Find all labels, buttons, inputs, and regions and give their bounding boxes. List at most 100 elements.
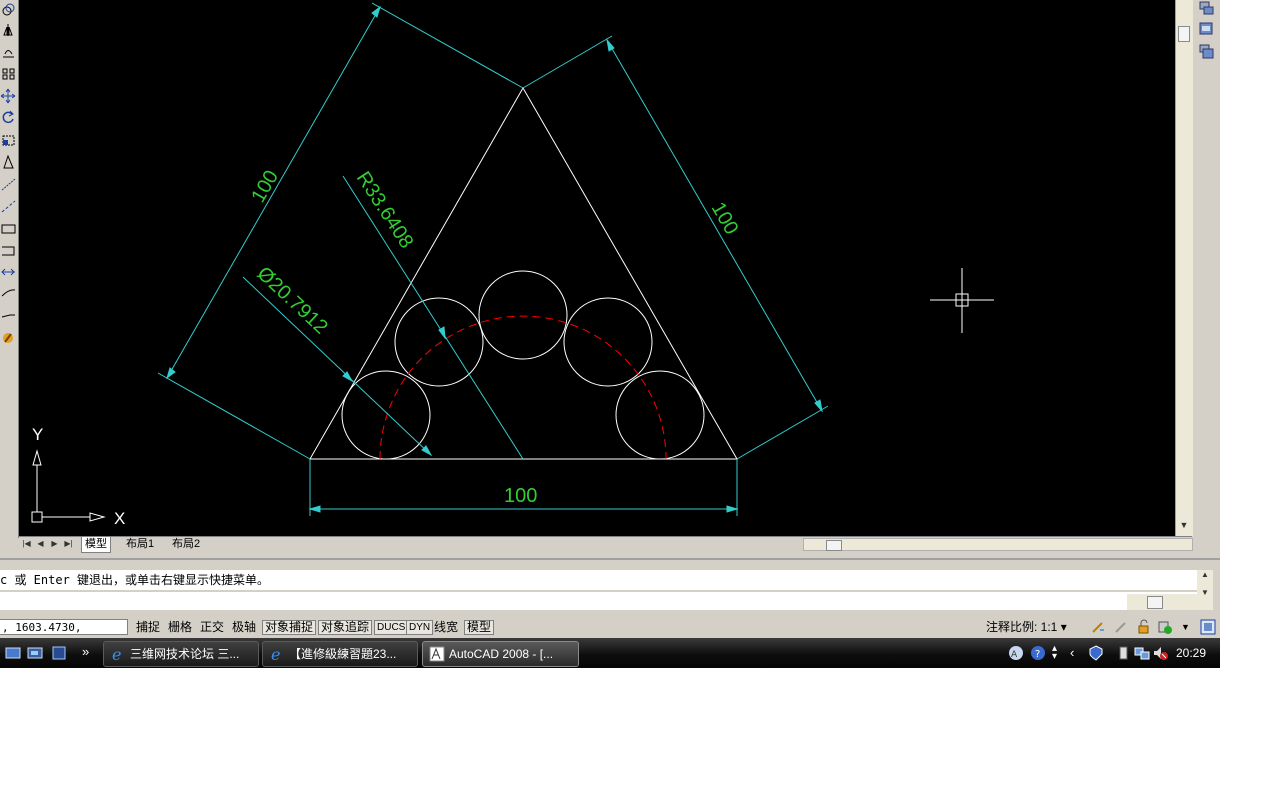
- join-tool-icon[interactable]: [1, 242, 16, 258]
- annotation-scale[interactable]: 注释比例: 1:1 ▾: [986, 620, 1067, 635]
- annotation-visibility-icon[interactable]: [1090, 619, 1106, 635]
- next-tab-icon[interactable]: ▶: [49, 538, 60, 550]
- vertical-scroll-thumb[interactable]: [1178, 26, 1190, 42]
- drawing-canvas[interactable]: 100 100 100 R33.6408 Ø20.7912 Y X: [19, 0, 1175, 536]
- viewport-icon-2[interactable]: [1198, 21, 1215, 38]
- task-label: AutoCAD 2008 - [...: [449, 647, 554, 661]
- vertical-scrollbar[interactable]: ▼: [1175, 0, 1193, 536]
- status-tray-icon[interactable]: [1157, 619, 1173, 635]
- command-window: c 或 Enter 键退出，或单击右键显示快捷菜单。 ▲ ▼: [0, 558, 1220, 616]
- switch-windows-icon[interactable]: [27, 645, 43, 661]
- horizontal-scrollbar[interactable]: [803, 538, 1193, 551]
- stretch-tool-icon[interactable]: [1, 154, 16, 170]
- copy-tool-icon[interactable]: [1, 2, 16, 18]
- tab-model[interactable]: 模型: [81, 537, 111, 553]
- clock[interactable]: 20:29: [1176, 645, 1206, 661]
- show-desktop-icon[interactable]: [5, 645, 21, 661]
- lock-icon[interactable]: [1136, 619, 1152, 635]
- task-label: 三维网技术论坛 三...: [130, 647, 240, 661]
- ucs-icon: [31, 449, 106, 523]
- right-side-dimension-line[interactable]: [606, 39, 823, 412]
- network-icon[interactable]: [1134, 645, 1150, 661]
- lineweight-toggle[interactable]: 线宽: [432, 620, 460, 635]
- autocad-window: 100 100 100 R33.6408 Ø20.7912 Y X ▼ |◀ ◀…: [0, 0, 1220, 668]
- svg-text:?: ?: [1035, 649, 1040, 660]
- tray-expand-icon[interactable]: ‹: [1070, 645, 1086, 661]
- circle-3[interactable]: [478, 270, 568, 360]
- offset-tool-icon[interactable]: [1, 44, 16, 60]
- coordinate-readout: , 1603.4730, 0.0000: [0, 619, 128, 650]
- quicklaunch-overflow-icon[interactable]: »: [82, 645, 98, 661]
- model-toggle[interactable]: 模型: [464, 620, 495, 635]
- polar-toggle[interactable]: 极轴: [230, 620, 258, 635]
- move-tool-icon[interactable]: [1, 88, 16, 104]
- annotation-autoscale-icon[interactable]: [1113, 619, 1129, 635]
- circle-4[interactable]: [563, 297, 653, 387]
- otrack-toggle[interactable]: 对象追踪: [318, 620, 373, 635]
- ie-icon: e: [269, 645, 285, 664]
- dyn-toggle[interactable]: DYN: [406, 620, 434, 635]
- right-side-dimension-text[interactable]: 100: [707, 199, 743, 239]
- usb-device-icon[interactable]: [1116, 645, 1132, 661]
- left-side-dimension-text[interactable]: 100: [247, 167, 283, 207]
- task-autocad[interactable]: AutoCAD 2008 - [...: [422, 641, 579, 667]
- chamfer-tool-icon[interactable]: [1, 264, 16, 280]
- radius-leader[interactable]: [342, 175, 524, 460]
- grid-toggle[interactable]: 栅格: [166, 620, 194, 635]
- diameter-leader[interactable]: [242, 276, 432, 456]
- task-exercise[interactable]: e 【進修級練習題23...: [262, 641, 418, 667]
- quicklaunch-app-icon[interactable]: [51, 645, 67, 661]
- radius-dimension-text[interactable]: R33.6408: [352, 168, 418, 253]
- trim-tool-icon[interactable]: [1, 176, 16, 192]
- svg-text:e: e: [112, 646, 121, 662]
- diameter-dimension-text[interactable]: Ø20.7912: [253, 263, 332, 339]
- task-forum[interactable]: e 三维网技术论坛 三...: [103, 641, 259, 667]
- svg-text:e: e: [271, 646, 280, 662]
- first-tab-icon[interactable]: |◀: [21, 538, 32, 550]
- circle-1[interactable]: [341, 370, 431, 460]
- rotate-tool-icon[interactable]: [1, 110, 16, 126]
- osnap-toggle[interactable]: 对象捕捉: [262, 620, 317, 635]
- explode-tool-icon[interactable]: [1, 308, 16, 324]
- break-tool-icon[interactable]: [1, 220, 16, 236]
- help-icon[interactable]: ?: [1030, 645, 1046, 661]
- clean-screen-icon[interactable]: [1200, 619, 1216, 635]
- fillet-tool-icon[interactable]: [1, 286, 16, 302]
- scale-tool-icon[interactable]: [1, 132, 16, 148]
- modify-toolbar: [0, 0, 19, 538]
- status-menu-icon[interactable]: ▼: [1181, 619, 1197, 635]
- array-tool-icon[interactable]: [1, 66, 16, 82]
- annotation-scale-label: 注释比例: 1:1: [986, 620, 1058, 634]
- volume-muted-icon[interactable]: [1152, 645, 1168, 661]
- last-tab-icon[interactable]: ▶|: [63, 538, 74, 550]
- circle-5[interactable]: [615, 370, 705, 460]
- base-dimension-text[interactable]: 100: [504, 485, 537, 507]
- command-scrollbar[interactable]: ▲ ▼: [1197, 570, 1213, 610]
- ime-icon[interactable]: A: [1008, 645, 1024, 661]
- viewport-icon-1[interactable]: [1198, 0, 1215, 17]
- tab-layout1[interactable]: 布局1: [123, 537, 157, 552]
- snap-toggle[interactable]: 捕捉: [134, 620, 162, 635]
- circle-2[interactable]: [394, 297, 484, 387]
- viewport-icon-3[interactable]: [1198, 43, 1215, 60]
- ducs-toggle[interactable]: DUCS: [374, 620, 409, 635]
- security-shield-icon[interactable]: [1088, 645, 1104, 661]
- command-scroll-thumb[interactable]: [1147, 596, 1163, 609]
- scroll-down-icon[interactable]: ▼: [1179, 520, 1189, 530]
- triangle-outline[interactable]: [309, 86, 738, 460]
- ucs-y-label: Y: [32, 425, 43, 444]
- ortho-toggle[interactable]: 正交: [198, 620, 226, 635]
- command-input[interactable]: [0, 592, 1197, 610]
- layout-tabs-bar: |◀ ◀ ▶ ▶| 模型 布局1 布局2: [19, 536, 1193, 553]
- tab-layout2[interactable]: 布局2: [169, 537, 203, 552]
- horizontal-scroll-thumb[interactable]: [826, 540, 842, 551]
- properties-tool-icon[interactable]: [1, 330, 16, 346]
- prev-tab-icon[interactable]: ◀: [35, 538, 46, 550]
- command-horizontal-scrollbar[interactable]: [1127, 594, 1197, 610]
- windows-taskbar: » e 三维网技术论坛 三... e 【進修級練習題23... AutoCAD …: [0, 638, 1220, 668]
- mirror-tool-icon[interactable]: [1, 22, 16, 38]
- extend-tool-icon[interactable]: [1, 198, 16, 214]
- tray-arrows-icon[interactable]: ▴ ▾: [1052, 644, 1068, 662]
- construction-arc[interactable]: [379, 315, 667, 460]
- autocad-icon: [429, 646, 445, 662]
